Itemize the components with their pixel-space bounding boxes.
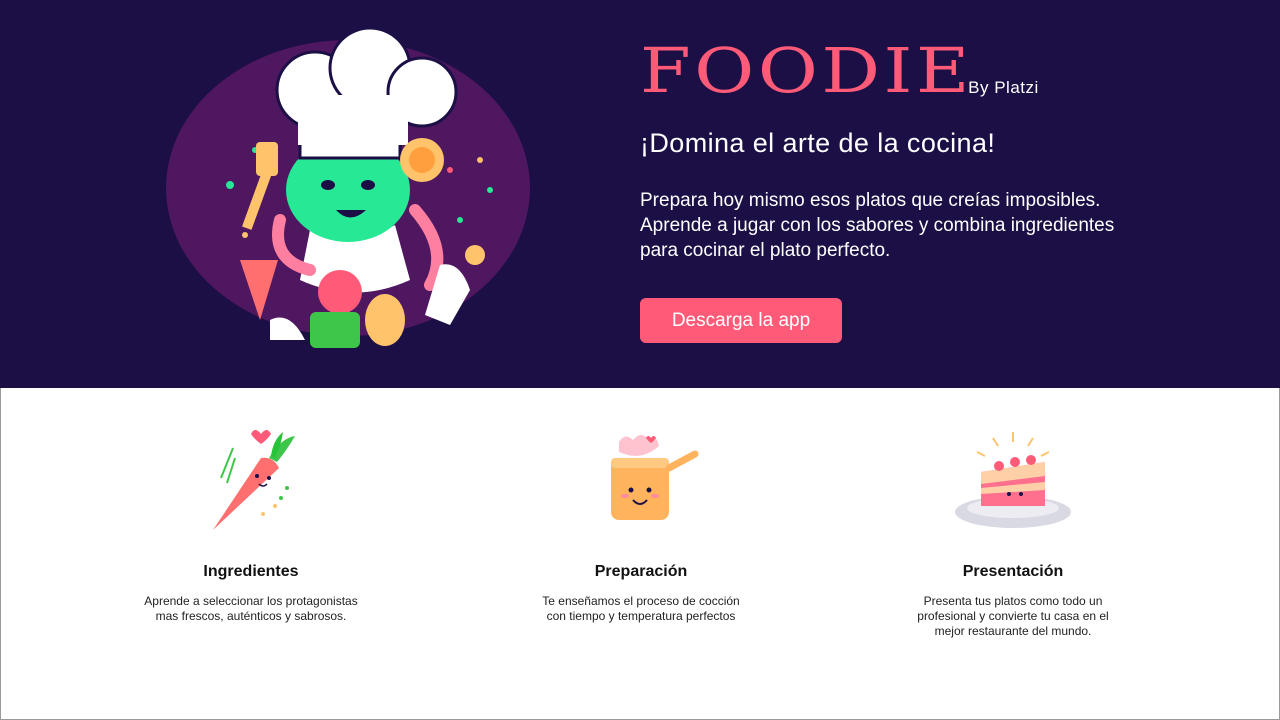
download-app-button[interactable]: Descarga la app	[640, 298, 842, 343]
feature-description: Presenta tus platos como todo un profesi…	[917, 594, 1109, 638]
feature-description: Aprende a seleccionar los protagonistas …	[144, 594, 358, 623]
feature-ingredientes: Ingredientes Aprende a seleccionar los p…	[131, 428, 371, 624]
brand-title: FOODIE	[640, 34, 973, 107]
feature-preparacion: Preparación Te enseñamos el proceso de c…	[521, 428, 761, 624]
cooking-pot-icon	[611, 435, 699, 520]
features-section: Ingredientes Aprende a seleccionar los p…	[0, 388, 1280, 720]
cake-plate-icon	[955, 432, 1071, 528]
feature-title: Ingredientes	[203, 563, 299, 580]
feature-title: Preparación	[594, 563, 688, 580]
feature-title: Presentación	[962, 563, 1064, 580]
feature-presentacion: Presentación Presenta tus platos como to…	[893, 428, 1133, 639]
hero-section: FOODIE By Platzi ¡Domina el arte de la c…	[0, 0, 1280, 388]
chef-illustration	[166, 26, 530, 348]
brand-row: FOODIE By Platzi	[640, 40, 1039, 102]
feature-description: Te enseñamos el proceso de cocción con t…	[542, 594, 740, 623]
hero-heading: ¡Domina el arte de la cocina!	[640, 128, 996, 158]
hero-description: Prepara hoy mismo esos platos que creías…	[640, 190, 1115, 261]
carrot-icon	[213, 430, 295, 530]
brand-by-line: By Platzi	[968, 78, 1039, 97]
